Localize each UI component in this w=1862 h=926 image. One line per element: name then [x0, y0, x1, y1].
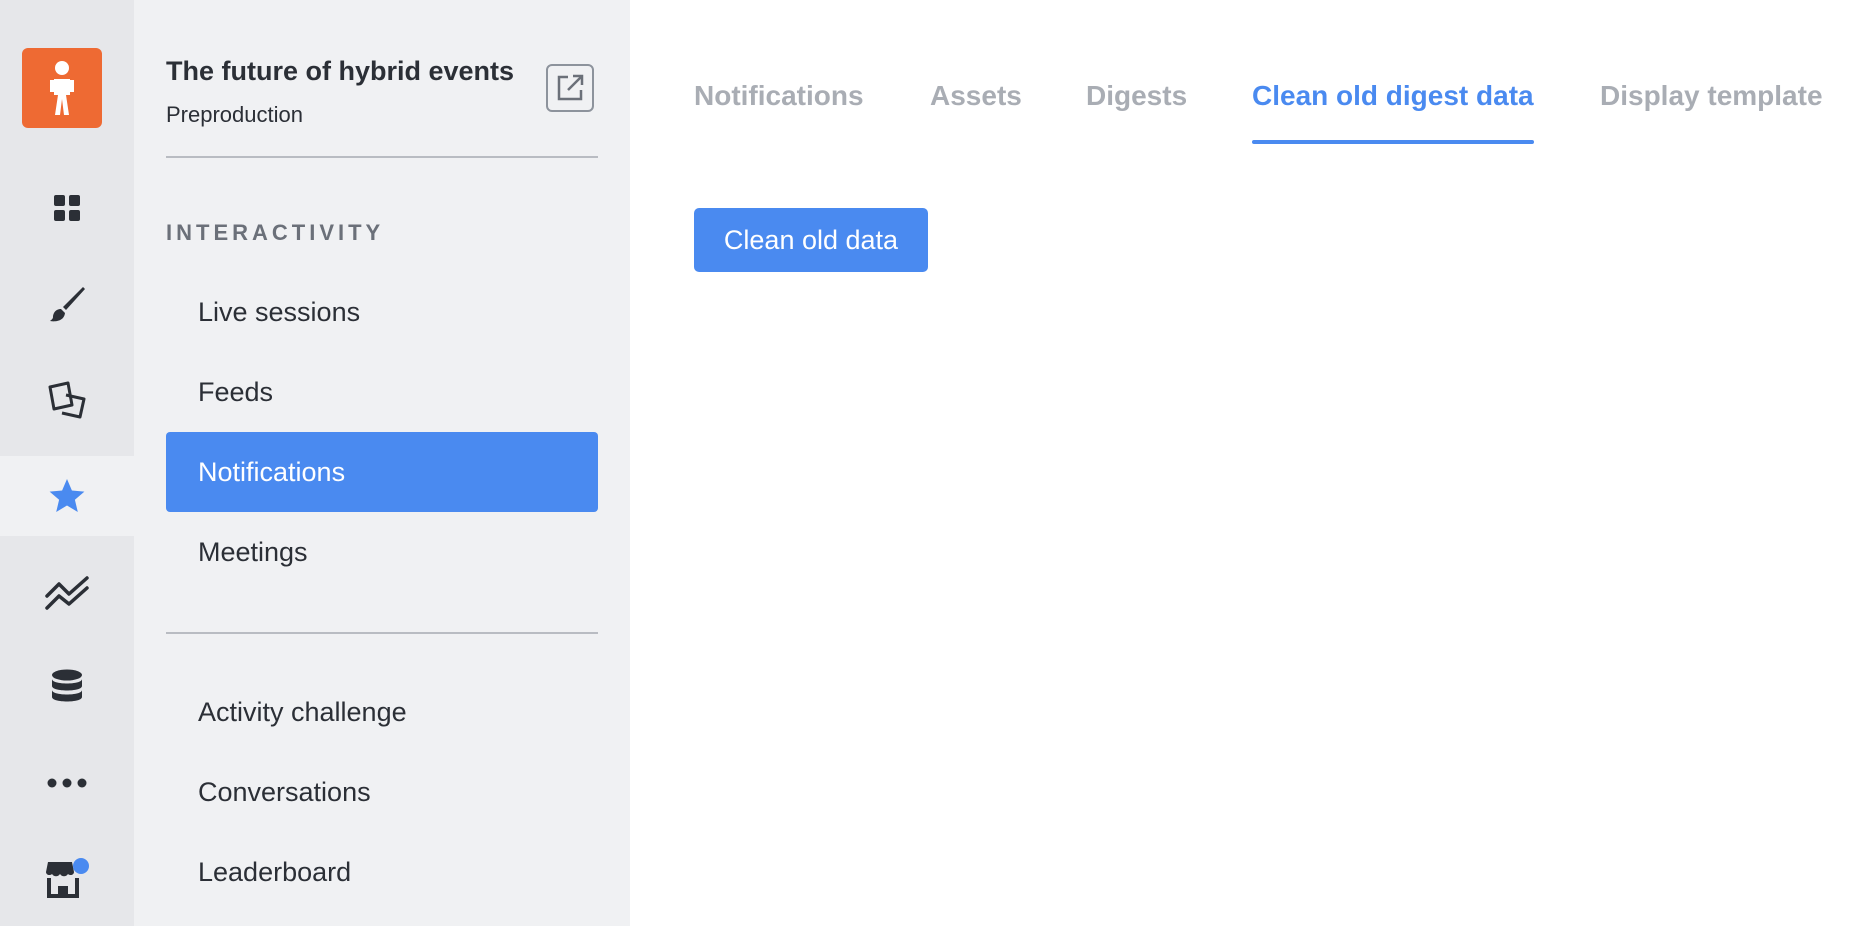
analytics-chart-icon[interactable] — [0, 552, 134, 632]
sidebar-item-conversations[interactable]: Conversations — [166, 752, 598, 832]
star-icon[interactable] — [0, 456, 134, 536]
notification-badge — [73, 858, 89, 874]
tab-digests[interactable]: Digests — [1086, 80, 1187, 144]
tab-bar: Notifications Assets Digests Clean old d… — [694, 80, 1862, 144]
external-link-icon[interactable] — [546, 64, 594, 112]
pages-icon[interactable] — [0, 360, 134, 440]
more-dots-icon[interactable] — [0, 743, 134, 823]
divider — [166, 156, 598, 158]
paintbrush-icon[interactable] — [0, 264, 134, 344]
dashboard-grid-icon[interactable] — [0, 168, 134, 248]
sidebar-item-live-sessions[interactable]: Live sessions — [166, 272, 598, 352]
icon-rail — [0, 0, 134, 926]
clean-old-data-button[interactable]: Clean old data — [694, 208, 928, 272]
sidebar-item-notifications[interactable]: Notifications — [166, 432, 598, 512]
tab-display-template[interactable]: Display template — [1600, 80, 1823, 144]
sidebar-item-feeds[interactable]: Feeds — [166, 352, 598, 432]
tab-assets[interactable]: Assets — [930, 80, 1022, 144]
sidebar-item-activity-challenge[interactable]: Activity challenge — [166, 672, 598, 752]
marketplace-store-icon[interactable] — [0, 838, 134, 918]
secondary-sidebar: The future of hybrid events Preproductio… — [134, 0, 630, 926]
section-label: INTERACTIVITY — [166, 220, 385, 245]
tab-notifications[interactable]: Notifications — [694, 80, 864, 144]
event-title: The future of hybrid events — [166, 56, 515, 86]
divider — [166, 632, 598, 634]
tab-clean-old-digest-data[interactable]: Clean old digest data — [1252, 80, 1534, 144]
database-icon[interactable] — [0, 648, 134, 728]
sidebar-item-meetings[interactable]: Meetings — [166, 512, 598, 592]
event-status: Preproduction — [166, 102, 303, 127]
sidebar-item-leaderboard[interactable]: Leaderboard — [166, 832, 598, 912]
person-logo-icon[interactable] — [22, 48, 102, 128]
